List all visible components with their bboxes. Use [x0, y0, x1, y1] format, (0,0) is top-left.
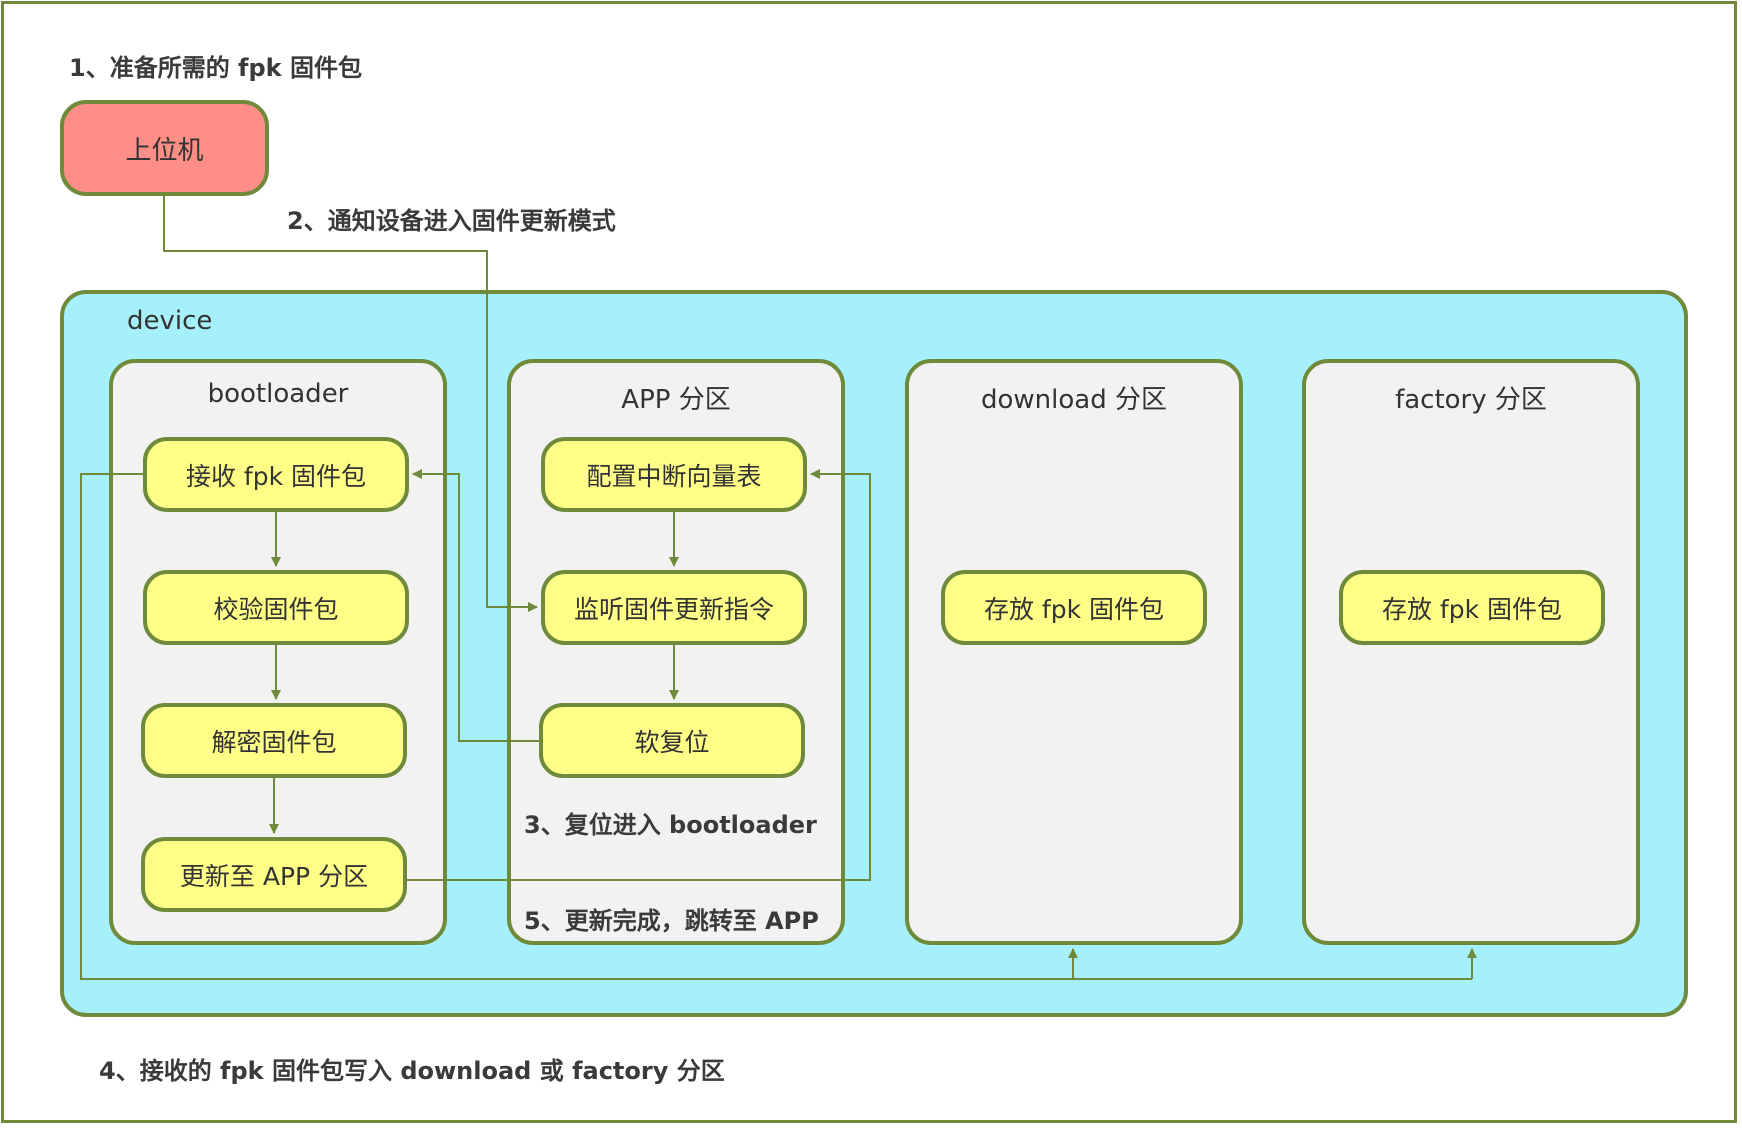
device-label: device	[127, 306, 213, 336]
node-decrypt-fpk[interactable]: 解密固件包	[141, 703, 407, 778]
node-verify-fpk[interactable]: 校验固件包	[143, 570, 409, 645]
node-label: 软复位	[634, 727, 710, 757]
partition-factory-title: factory 分区	[1395, 385, 1547, 415]
partition-bootloader-title: bootloader	[207, 379, 349, 409]
node-label: 更新至 APP 分区	[179, 861, 369, 891]
node-factory-store-fpk[interactable]: 存放 fpk 固件包	[1339, 570, 1605, 645]
node-download-store-fpk[interactable]: 存放 fpk 固件包	[941, 570, 1207, 645]
node-label: 监听固件更新指令	[573, 594, 774, 624]
step-5-label: 5、更新完成，跳转至 APP	[524, 907, 819, 935]
step-3-label: 3、复位进入 bootloader	[524, 811, 817, 839]
node-label: 校验固件包	[213, 594, 339, 624]
node-config-vector-table[interactable]: 配置中断向量表	[541, 437, 807, 512]
node-label: 存放 fpk 固件包	[1381, 594, 1563, 624]
step-2-label: 2、通知设备进入固件更新模式	[287, 207, 616, 235]
step-4-label: 4、接收的 fpk 固件包写入 download 或 factory 分区	[99, 1057, 725, 1085]
node-soft-reset[interactable]: 软复位	[539, 703, 805, 778]
partition-download: download 分区	[905, 359, 1243, 945]
node-label: 配置中断向量表	[586, 461, 762, 491]
node-listen-update-cmd[interactable]: 监听固件更新指令	[541, 570, 807, 645]
node-label: 存放 fpk 固件包	[983, 594, 1165, 624]
partition-download-title: download 分区	[981, 385, 1167, 415]
node-label: 解密固件包	[211, 727, 337, 757]
node-update-app[interactable]: 更新至 APP 分区	[141, 837, 407, 912]
node-label: 接收 fpk 固件包	[185, 461, 367, 491]
partition-factory: factory 分区	[1302, 359, 1640, 945]
node-receive-fpk[interactable]: 接收 fpk 固件包	[143, 437, 409, 512]
step-1-label: 1、准备所需的 fpk 固件包	[69, 54, 362, 82]
host-pc-node[interactable]: 上位机	[60, 100, 269, 196]
host-pc-label: 上位机	[125, 135, 204, 166]
partition-app-title: APP 分区	[621, 385, 731, 415]
